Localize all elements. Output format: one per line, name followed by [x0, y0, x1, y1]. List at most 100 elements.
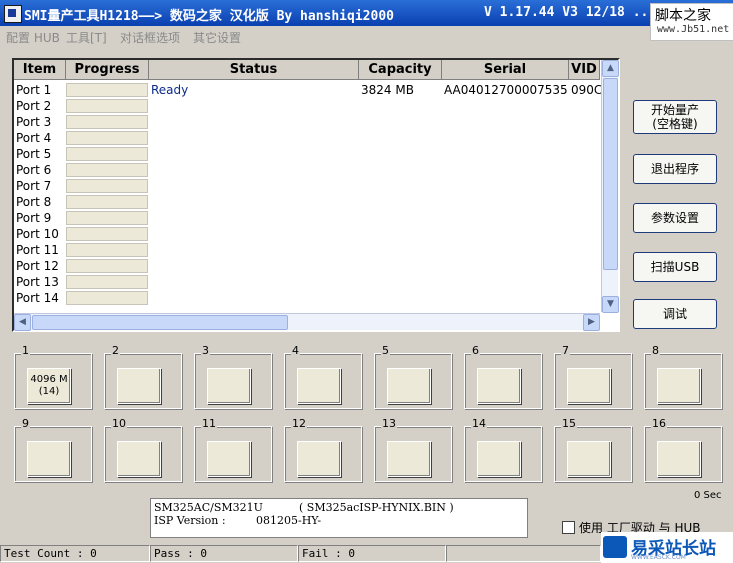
table-row[interactable]: Port 6 [14, 162, 600, 178]
row-item: Port 2 [16, 99, 52, 113]
vertical-scroll-thumb[interactable] [603, 78, 618, 270]
table-row[interactable]: Port 13 [14, 274, 600, 290]
watermark-logo-icon [603, 536, 627, 558]
port-slot-button[interactable] [387, 441, 431, 477]
port-slot-button[interactable]: 4096 M (14) [27, 368, 71, 404]
port-slot-number: 4 [291, 344, 300, 357]
scroll-left-icon[interactable]: ◀ [14, 314, 31, 331]
column-capacity[interactable]: Capacity [359, 60, 442, 80]
port-slot-number: 2 [111, 344, 120, 357]
scroll-right-icon[interactable]: ▶ [583, 314, 600, 331]
row-item: Port 6 [16, 163, 52, 177]
port-slot-button[interactable] [567, 441, 611, 477]
column-serial[interactable]: Serial [442, 60, 569, 80]
firmware-info-box: SM325AC/SM321U ( SM325acISP-HYNIX.BIN ) … [150, 498, 528, 538]
row-progress-bar [66, 275, 148, 289]
table-row[interactable]: Port 11 [14, 242, 600, 258]
table-row[interactable]: Port 7 [14, 178, 600, 194]
port-slot-number: 13 [381, 417, 397, 430]
menu-dialog-options[interactable]: 对话框选项 [120, 29, 180, 46]
port-slot-button[interactable] [207, 441, 251, 477]
table-row[interactable]: Port 10 [14, 226, 600, 242]
vertical-scrollbar[interactable]: ▲ ▼ [601, 60, 619, 313]
column-progress[interactable]: Progress [66, 60, 149, 80]
port-slot-button[interactable] [657, 441, 701, 477]
port-slot: 10 [104, 417, 182, 482]
table-row[interactable]: Port 8 [14, 194, 600, 210]
port-slot-button[interactable] [117, 368, 161, 404]
row-progress-bar [66, 163, 148, 177]
port-slot: 11 [194, 417, 272, 482]
scroll-down-icon[interactable]: ▼ [602, 296, 619, 313]
site-logo: 脚本之家 www.Jb51.net [650, 3, 733, 41]
elapsed-time: 0 Sec [694, 490, 722, 501]
port-slot: 13 [374, 417, 452, 482]
title-bar[interactable]: SMI量产工具H1218——> 数码之家 汉化版 By hanshiqi2000… [0, 0, 733, 26]
table-row[interactable]: Port 14 [14, 290, 600, 306]
horizontal-scroll-thumb[interactable] [32, 315, 288, 330]
window-title: SMI量产工具H1218——> 数码之家 汉化版 By hanshiqi2000 [24, 9, 394, 24]
port-slot-button[interactable] [27, 441, 71, 477]
parameter-settings-button[interactable]: 参数设置 [633, 203, 717, 233]
port-slot-button[interactable] [117, 441, 161, 477]
menu-config-hub[interactable]: 配置 HUB [6, 29, 60, 46]
port-slot-button[interactable] [387, 368, 431, 404]
scan-usb-button[interactable]: 扫描USB [633, 252, 717, 282]
row-item: Port 7 [16, 179, 52, 193]
watermark-url: WWW.EASCK.COM [631, 554, 686, 561]
row-item: Port 8 [16, 195, 52, 209]
port-slot-number: 9 [21, 417, 30, 430]
port-slot-button[interactable] [477, 441, 521, 477]
row-status: Ready [151, 83, 189, 97]
port-slot-number: 16 [651, 417, 667, 430]
port-list[interactable]: Item Progress Status Capacity Serial VID… [12, 58, 620, 332]
row-item: Port 13 [16, 275, 59, 289]
debug-button[interactable]: 调试 [633, 299, 717, 329]
test-count: Test Count : 0 [0, 545, 150, 562]
start-production-button[interactable]: 开始量产 (空格键) [633, 100, 717, 134]
port-slot-number: 3 [201, 344, 210, 357]
column-item[interactable]: Item [14, 60, 66, 80]
port-slot-button[interactable] [297, 441, 341, 477]
pass-count: Pass : 0 [150, 545, 298, 562]
exit-program-button[interactable]: 退出程序 [633, 154, 717, 184]
menu-bar: 配置 HUB 工具[T] 对话框选项 其它设置 [0, 26, 650, 46]
menu-other-settings[interactable]: 其它设置 [193, 29, 241, 46]
scroll-up-icon[interactable]: ▲ [602, 60, 619, 77]
port-slot-number: 7 [561, 344, 570, 357]
app-icon [4, 5, 22, 23]
menu-tools[interactable]: 工具[T] [66, 29, 107, 46]
column-vid[interactable]: VID [569, 60, 600, 80]
port-slot-button[interactable] [207, 368, 251, 404]
port-slot-button[interactable] [477, 368, 521, 404]
column-status[interactable]: Status [149, 60, 359, 80]
factory-driver-checkbox[interactable] [562, 521, 575, 534]
isp-version-value: 081205-HY- [256, 514, 322, 527]
port-slot-number: 1 [21, 344, 30, 357]
port-slot: 15 [554, 417, 632, 482]
port-slot-number: 6 [471, 344, 480, 357]
port-slot: 12 [284, 417, 362, 482]
port-slot-number: 5 [381, 344, 390, 357]
table-row[interactable]: Port 3 [14, 114, 600, 130]
table-row[interactable]: Port 5 [14, 146, 600, 162]
row-progress-bar [66, 115, 148, 129]
port-slot: 9 [14, 417, 92, 482]
port-slot-button[interactable] [567, 368, 611, 404]
port-slot: 7 [554, 344, 632, 409]
row-item: Port 10 [16, 227, 59, 241]
port-slot-button[interactable] [297, 368, 341, 404]
row-progress-bar [66, 179, 148, 193]
port-slot-button[interactable] [657, 368, 701, 404]
table-row[interactable]: Port 4 [14, 130, 600, 146]
row-item: Port 11 [16, 243, 59, 257]
horizontal-scrollbar[interactable]: ◀ ▶ [14, 313, 600, 331]
isp-version-label: ISP Version : [154, 514, 226, 527]
table-row[interactable]: Port 1 Ready 3824 MB AA04012700007535 090C [14, 82, 602, 98]
row-progress-bar [66, 147, 148, 161]
table-row[interactable]: Port 12 [14, 258, 600, 274]
isp-bin-file: ( SM325acISP-HYNIX.BIN ) [299, 501, 454, 514]
row-item: Port 12 [16, 259, 59, 273]
table-row[interactable]: Port 2 [14, 98, 600, 114]
table-row[interactable]: Port 9 [14, 210, 600, 226]
